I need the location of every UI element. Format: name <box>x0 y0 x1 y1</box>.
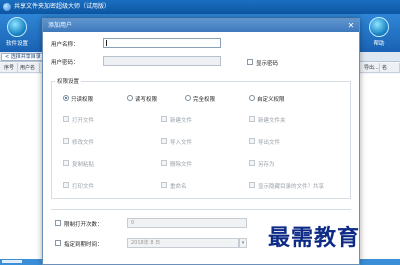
perm-copy-paste-checkbox[interactable] <box>63 160 69 166</box>
dialog-title: 添加用户 <box>48 22 73 29</box>
help-label: 帮助 <box>373 41 385 47</box>
close-icon[interactable]: ✕ <box>346 19 356 32</box>
software-settings-label: 软件设置 <box>5 41 28 47</box>
select-share-dir-tab[interactable]: < 选择共享目录 <box>1 53 45 61</box>
help-button[interactable]: 帮助 <box>364 17 394 50</box>
perm-show-hidden-label: 显示隐藏目录的文件？共享 <box>258 184 325 190</box>
column-header-username[interactable]: 用户名 <box>18 63 40 73</box>
column-header-export[interactable]: 导出... <box>362 63 380 73</box>
perm-save-as-checkbox[interactable] <box>249 160 255 166</box>
settings-icon <box>7 17 27 37</box>
perm-new-folder-label: 新建文件夹 <box>258 118 286 124</box>
perm-print-file-label: 打印文件 <box>72 184 95 190</box>
perm-open-file-checkbox[interactable] <box>63 116 69 122</box>
radio-custom-label: 自定义权限 <box>257 97 285 103</box>
software-settings-button[interactable]: 软件设置 <box>2 17 32 50</box>
app-logo-icon <box>3 3 11 11</box>
expiry-date-input[interactable]: 2018年 8 日 <box>127 238 239 248</box>
password-label: 用户密码： <box>51 60 79 66</box>
perm-save-as-label: 另存为 <box>258 162 275 168</box>
perm-import-file-checkbox[interactable] <box>161 138 167 144</box>
perm-show-hidden-checkbox[interactable] <box>249 182 255 188</box>
section-divider <box>51 209 351 210</box>
perm-import-file-label: 导入文件 <box>170 140 193 146</box>
perm-delete-file-label: 删除文件 <box>170 162 193 168</box>
limit-open-count-input[interactable]: 0 <box>127 218 247 228</box>
text-caret <box>106 40 107 46</box>
permission-section-title: 权限设置 <box>55 77 82 85</box>
perm-export-file-checkbox[interactable] <box>249 138 255 144</box>
perm-print-file-checkbox[interactable] <box>63 182 69 188</box>
app-title: 共享文件夹加密超级大师（试用版） <box>14 3 111 10</box>
help-icon <box>369 17 389 37</box>
dialog-titlebar: 添加用户 ✕ <box>43 19 359 32</box>
radio-readonly[interactable] <box>63 95 69 101</box>
perm-export-file-label: 导出文件 <box>258 140 281 146</box>
perm-modify-file-checkbox[interactable] <box>63 138 69 144</box>
username-label: 用户名称： <box>51 42 79 48</box>
status-indicator <box>2 260 22 263</box>
watermark-logo: 最需教育 <box>268 225 361 251</box>
expiry-time-checkbox[interactable] <box>55 240 61 246</box>
app-titlebar: 共享文件夹加密超级大师（试用版） <box>0 0 400 14</box>
column-header-index[interactable]: 序号 <box>2 63 18 73</box>
limit-open-count-label: 限制打开次数： <box>64 222 103 228</box>
radio-readwrite-label: 读写权限 <box>135 97 158 103</box>
perm-delete-file-checkbox[interactable] <box>161 160 167 166</box>
perm-new-folder-checkbox[interactable] <box>249 116 255 122</box>
show-password-checkbox[interactable] <box>247 59 253 65</box>
username-input[interactable] <box>103 38 221 48</box>
radio-custom[interactable] <box>249 95 255 101</box>
perm-rename-label: 重命名 <box>170 184 187 190</box>
perm-rename-checkbox[interactable] <box>161 182 167 188</box>
perm-open-file-label: 打开文件 <box>72 118 95 124</box>
perm-copy-paste-label: 复制粘贴 <box>72 162 95 168</box>
expiry-time-label: 指定到期时间： <box>64 242 103 248</box>
column-header-name[interactable]: 名 <box>380 63 400 73</box>
radio-readwrite[interactable] <box>127 95 133 101</box>
perm-modify-file-label: 修改文件 <box>72 140 95 146</box>
show-password-label: 显示密码 <box>256 61 279 67</box>
perm-new-file-label: 新建文件 <box>170 118 193 124</box>
radio-full[interactable] <box>185 95 191 101</box>
limit-open-count-checkbox[interactable] <box>55 220 61 226</box>
radio-full-label: 完全权限 <box>193 97 216 103</box>
perm-new-file-checkbox[interactable] <box>161 116 167 122</box>
date-picker-button[interactable]: ▾ <box>239 238 247 248</box>
radio-readonly-label: 只读权限 <box>71 97 94 103</box>
password-input[interactable] <box>103 56 221 66</box>
